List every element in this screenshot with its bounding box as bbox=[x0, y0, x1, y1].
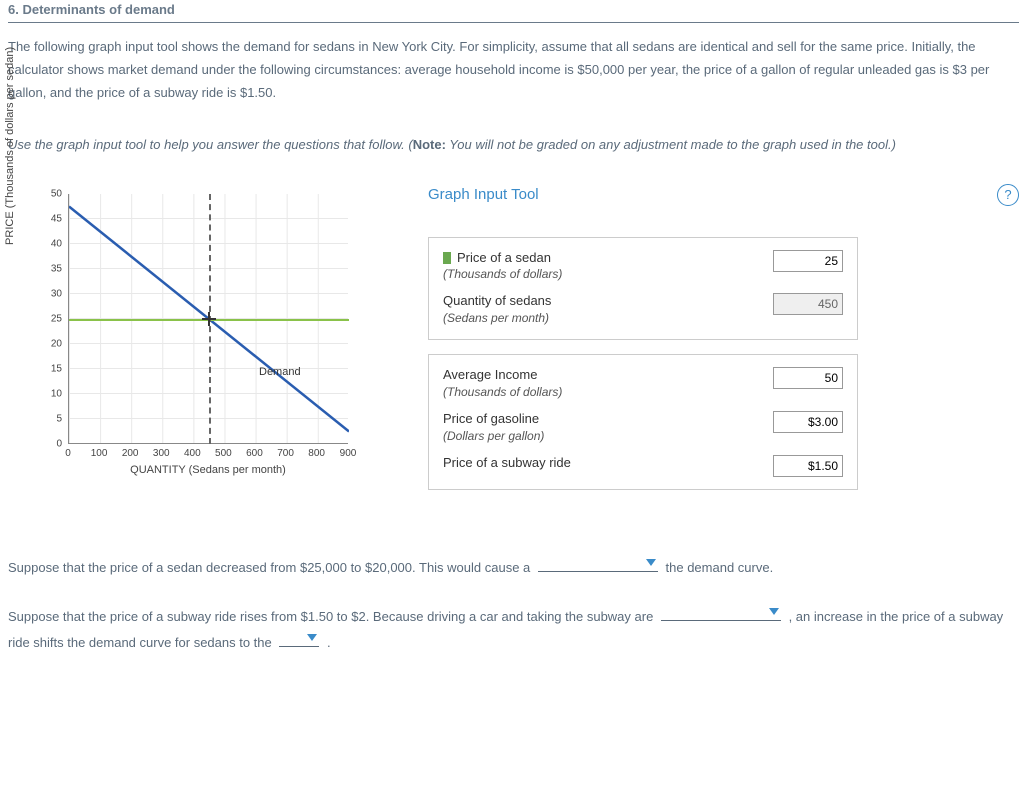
x-tick: 300 bbox=[153, 446, 170, 461]
y-tick: 30 bbox=[51, 287, 62, 302]
y-tick: 5 bbox=[56, 412, 62, 427]
note-rest: You will not be graded on any adjustment… bbox=[446, 137, 896, 152]
help-icon[interactable]: ? bbox=[997, 184, 1019, 206]
demand-series-label: Demand bbox=[259, 364, 301, 381]
q1-text-a: Suppose that the price of a sedan decrea… bbox=[8, 560, 534, 575]
y-tick: 20 bbox=[51, 337, 62, 352]
intersection-point[interactable] bbox=[202, 312, 216, 326]
y-tick: 0 bbox=[56, 437, 62, 452]
input-panel: Graph Input Tool ? Price of a sedan (Tho… bbox=[428, 184, 1019, 504]
x-tick: 700 bbox=[277, 446, 294, 461]
question-2: Suppose that the price of a subway ride … bbox=[8, 603, 1019, 654]
x-tick: 800 bbox=[308, 446, 325, 461]
price-swatch bbox=[443, 252, 451, 264]
subway-input[interactable] bbox=[773, 455, 843, 477]
q2-dropdown-direction[interactable] bbox=[279, 629, 319, 647]
panel-title: Graph Input Tool bbox=[428, 186, 539, 203]
x-tick: 200 bbox=[122, 446, 139, 461]
intro-paragraph: The following graph input tool shows the… bbox=[8, 35, 1019, 105]
price-input[interactable] bbox=[773, 250, 843, 272]
y-tick: 10 bbox=[51, 387, 62, 402]
subway-label: Price of a subway ride bbox=[443, 455, 773, 472]
section-header: 6. Determinants of demand bbox=[8, 0, 1019, 23]
y-tick: 35 bbox=[51, 262, 62, 277]
price-label: Price of a sedan (Thousands of dollars) bbox=[443, 250, 773, 284]
note-bold: Note: bbox=[413, 137, 446, 152]
x-tick: 0 bbox=[65, 446, 71, 461]
income-input[interactable] bbox=[773, 367, 843, 389]
note-prefix: Use the graph input tool to help you ans… bbox=[8, 137, 413, 152]
q2-text-a: Suppose that the price of a subway ride … bbox=[8, 609, 657, 624]
chart[interactable]: PRICE (Thousands of dollars per sedan) 0… bbox=[8, 184, 388, 504]
plot-area[interactable]: Demand bbox=[68, 194, 348, 444]
y-tick: 15 bbox=[51, 362, 62, 377]
x-axis-label: QUANTITY (Sedans per month) bbox=[68, 462, 348, 479]
gasoline-input[interactable] bbox=[773, 411, 843, 433]
y-tick: 40 bbox=[51, 237, 62, 252]
x-tick: 900 bbox=[340, 446, 357, 461]
x-ticks: 0 100 200 300 400 500 600 700 800 900 bbox=[68, 446, 348, 460]
panel-box-determinants: Average Income (Thousands of dollars) Pr… bbox=[428, 354, 858, 490]
y-tick: 45 bbox=[51, 212, 62, 227]
question-1: Suppose that the price of a sedan decrea… bbox=[8, 554, 1019, 579]
q2-dropdown-relationship[interactable] bbox=[661, 603, 781, 621]
y-tick: 25 bbox=[51, 312, 62, 327]
income-label: Average Income (Thousands of dollars) bbox=[443, 367, 773, 401]
x-tick: 500 bbox=[215, 446, 232, 461]
x-tick: 600 bbox=[246, 446, 263, 461]
y-tick: 50 bbox=[51, 187, 62, 202]
quantity-label: Quantity of sedans (Sedans per month) bbox=[443, 293, 773, 327]
y-axis-label: PRICE (Thousands of dollars per sedan) bbox=[2, 47, 19, 245]
q1-text-b: the demand curve. bbox=[666, 560, 774, 575]
panel-box-market: Price of a sedan (Thousands of dollars) … bbox=[428, 237, 858, 341]
x-tick: 400 bbox=[184, 446, 201, 461]
q1-dropdown[interactable] bbox=[538, 554, 658, 572]
note-paragraph: Use the graph input tool to help you ans… bbox=[8, 133, 1019, 156]
y-ticks: 0 5 10 15 20 25 30 35 40 45 50 bbox=[44, 194, 64, 444]
tool-container: PRICE (Thousands of dollars per sedan) 0… bbox=[8, 184, 1019, 504]
gasoline-label: Price of gasoline (Dollars per gallon) bbox=[443, 411, 773, 445]
x-tick: 100 bbox=[91, 446, 108, 461]
q2-text-c: . bbox=[327, 635, 331, 650]
quantity-output bbox=[773, 293, 843, 315]
